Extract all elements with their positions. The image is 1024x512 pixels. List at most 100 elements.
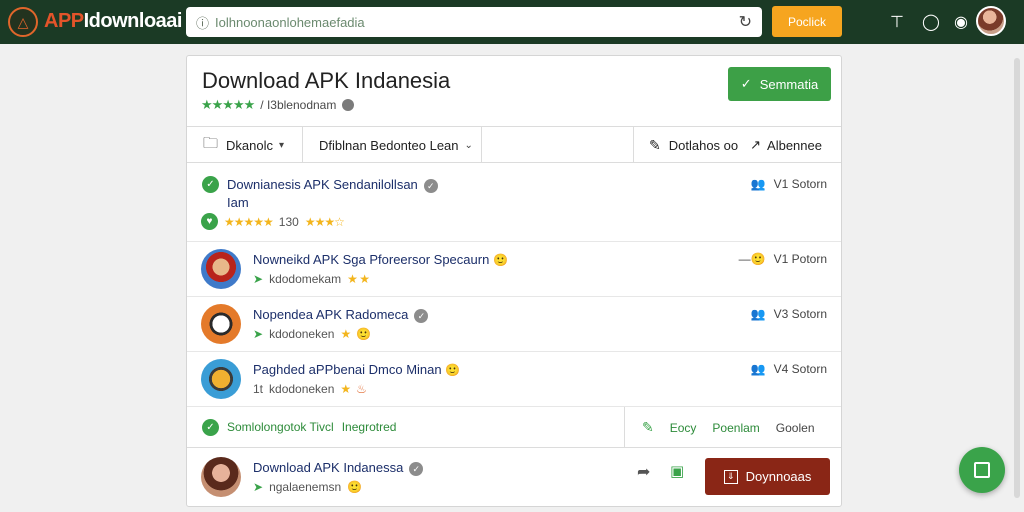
url-text[interactable]: Iolhnoonaonlohemaefadia — [215, 15, 739, 30]
bottom-item-sub: ➤ ngalaenemsn 🙂 — [253, 480, 362, 494]
logo-rest-text: Idownloaai — [83, 10, 183, 32]
logo-text[interactable]: APPIdownloaai — [44, 10, 182, 33]
verified-check-icon: ✓ — [202, 419, 219, 436]
emoji-icon: 🙂 — [445, 363, 461, 377]
user-avatar[interactable] — [976, 6, 1006, 36]
item-sub: ➤ kdodomekam ★ ★ — [253, 272, 370, 286]
gold-star-icon: ★ — [340, 327, 351, 341]
top-bar: △ APPIdownloaai ⓘ Iolhnoonaonlohemaefadi… — [0, 0, 1024, 44]
list-item[interactable]: ✓ Downianesis APK Sendanilollsan ✓ Iam ♥ … — [187, 164, 841, 242]
image-icon[interactable]: ▣ — [670, 462, 684, 480]
location-pin-icon[interactable]: ◉ — [950, 11, 972, 33]
gold-stars-icon: ★★★★★ — [224, 214, 274, 229]
shield-icon[interactable]: ◯ — [920, 11, 942, 33]
item-sub-prefix: 1t — [253, 382, 264, 396]
filter-left-label: Dkanolc — [226, 137, 273, 153]
divider — [481, 127, 482, 163]
list-item[interactable]: Nowneikd APK Sga Pforeersor Specaurn 🙂 ➤… — [187, 242, 841, 297]
chevron-down-icon: ⌄ — [464, 139, 473, 151]
download-button-label: Doynnoaas — [745, 469, 812, 484]
divider — [633, 127, 634, 163]
arrow-icon: ➤ — [253, 327, 264, 341]
item-title[interactable]: Paghded aPPbenai Dmco Minan 🙂 — [253, 362, 460, 377]
filter-left-dropdown[interactable]: 🗀 Dkanolc ▾ — [189, 127, 298, 163]
top-action-button[interactable]: Poclick — [772, 6, 842, 37]
status-tag: Inegrotred — [341, 420, 397, 434]
badge-icon: ✓ — [423, 178, 438, 193]
bottom-item-title[interactable]: Download APK Indanessa ✓ — [253, 460, 424, 476]
page-title: Download APK Indanesia — [202, 68, 451, 93]
app-avatar — [201, 249, 241, 289]
item-title-text[interactable]: Downianesis APK Sendanilollsan — [227, 177, 418, 192]
header-action-button[interactable]: ✓ Semmatia — [728, 67, 831, 101]
footer-action-a[interactable]: Eocy — [670, 421, 697, 435]
filter-right-b-label: Albennee — [767, 137, 822, 153]
gold-stars-icon: ★★★☆ — [304, 214, 345, 229]
emoji-icon: 🙂 — [492, 253, 508, 267]
pencil-icon[interactable]: ✎ — [642, 419, 654, 436]
url-bar[interactable]: ⓘ Iolhnoonaonlohemaefadia ↻ — [186, 7, 762, 37]
rating-text: / I3blenodnam — [260, 98, 337, 112]
item-title[interactable]: Downianesis APK Sendanilollsan ✓ — [227, 177, 438, 193]
footer-action-b[interactable]: Poenlam — [712, 421, 759, 435]
floating-action-button[interactable] — [959, 447, 1005, 493]
filter-middle-dropdown[interactable]: Dfiblnan Bedonteo Lean ⌄ — [305, 127, 487, 163]
app-window-icon — [974, 462, 990, 478]
scrollbar[interactable] — [1014, 58, 1020, 498]
rating-count: 130 — [278, 214, 299, 229]
item-version: 👥 V4 Sotorn — [751, 362, 827, 376]
filter-right-control[interactable]: ✎ Dotlahos oo ↗ Albennee — [635, 127, 836, 163]
item-sub-text: kdodoneken — [269, 327, 335, 341]
app-avatar — [201, 304, 241, 344]
filter-middle-label: Dfiblnan Bedonteo Lean — [319, 137, 459, 153]
item-title-text[interactable]: Nopendea APK Radomeca — [253, 307, 408, 322]
footer-action-c[interactable]: Goolen — [776, 421, 815, 435]
filter-right-a-label: Dotlahos oo — [668, 137, 739, 153]
item-version: —🙂 V1 Potorn — [739, 252, 827, 266]
status-row: ✓ Somlolongotok Tivcl Inegrotred ✎ Eocy … — [187, 407, 841, 448]
item-title[interactable]: Nopendea APK Radomeca ✓ — [253, 307, 429, 323]
item-title-text[interactable]: Paghded aPPbenai Dmco Minan — [253, 362, 442, 377]
gold-stars-icon: ★ ★ — [347, 272, 370, 286]
item-title-text[interactable]: Nowneikd APK Sga Pforeersor Specaurn — [253, 252, 489, 267]
emoji-icon: 👥 — [750, 177, 766, 191]
arrow-icon: ➤ — [253, 272, 264, 286]
fire-icon: ♨ — [356, 382, 367, 396]
folder-icon: 🗀 — [203, 134, 219, 152]
verified-check-icon: ✓ — [202, 176, 219, 193]
app-avatar — [201, 457, 241, 497]
download-arrow-icon[interactable]: ⊤ — [886, 11, 908, 33]
version-label: V4 Sotorn — [773, 362, 827, 376]
bottom-item-title-text[interactable]: Download APK Indanessa — [253, 460, 403, 475]
item-sub: ➤ kdodoneken ★ 🙂 — [253, 327, 371, 341]
list-item[interactable]: Paghded aPPbenai Dmco Minan 🙂 1t kdodone… — [187, 352, 841, 407]
item-title[interactable]: Nowneikd APK Sga Pforeersor Specaurn 🙂 — [253, 252, 508, 267]
heart-badge-icon: ♥ — [201, 213, 218, 230]
gold-star-icon: ★ — [340, 382, 351, 396]
chevron-down-icon: ▾ — [278, 139, 285, 151]
reload-icon[interactable]: ↻ — [739, 12, 752, 32]
header-button-label: Semmatia — [759, 76, 819, 92]
share-icon[interactable]: ➦ — [637, 462, 650, 482]
site-info-icon[interactable]: ⓘ — [196, 13, 209, 32]
dash-icon: —🙂 — [738, 252, 766, 266]
list-item[interactable]: Nopendea APK Radomeca ✓ ➤ kdodoneken ★ 🙂 … — [187, 297, 841, 352]
item-version: 👥 V1 Sotorn — [751, 177, 827, 191]
item-version: 👥 V3 Sotorn — [751, 307, 827, 321]
info-icon[interactable] — [342, 99, 355, 111]
emoji-icon: 🙂 — [356, 327, 372, 341]
item-sub-text: kdodoneken — [269, 382, 335, 396]
footer-actions: ✎ Eocy Poenlam Goolen — [642, 419, 815, 436]
version-label: V1 Sotorn — [773, 177, 827, 191]
badge-icon: ✓ — [409, 461, 424, 476]
emoji-icon: 👥 — [750, 362, 766, 376]
logo-icon[interactable]: △ — [8, 7, 38, 37]
version-label: V3 Sotorn — [773, 307, 827, 321]
edit-box-icon: ✎ — [649, 136, 661, 153]
bottom-item-sub-text: ngalaenemsn — [269, 480, 342, 494]
status-text: Somlolongotok Tivcl Inegrotred — [227, 420, 396, 434]
divider — [302, 127, 303, 163]
item-sub: 1t kdodoneken ★ ♨ — [253, 382, 367, 396]
logo-app-text: APP — [44, 10, 84, 32]
download-button[interactable]: ⇓ Doynnoaas — [705, 458, 830, 495]
